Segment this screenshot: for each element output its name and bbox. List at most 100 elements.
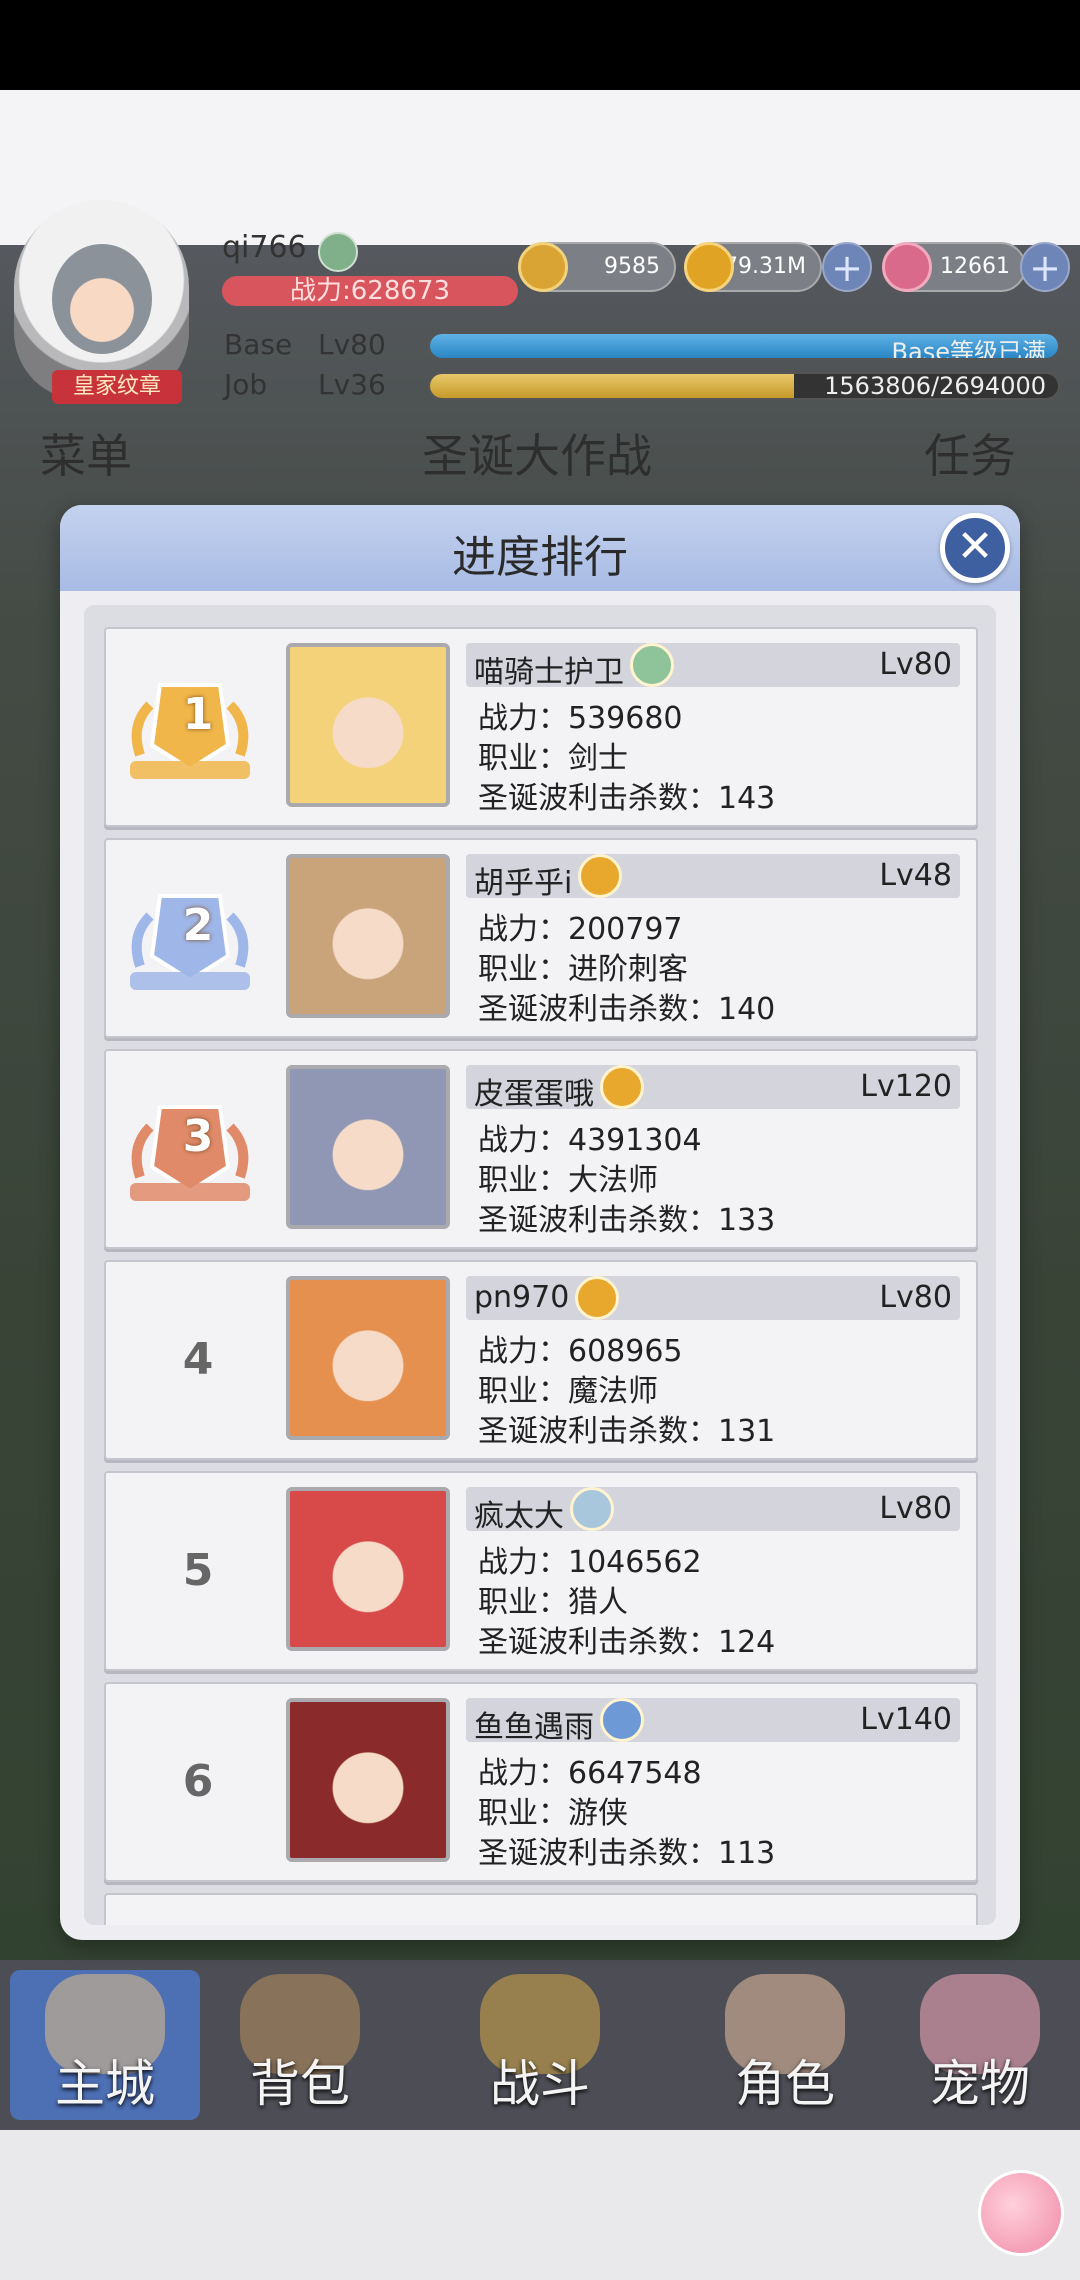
player-portrait[interactable] [286, 1065, 450, 1229]
gem-amount: 12661 [940, 254, 1010, 279]
player-name: pn970 [474, 1280, 570, 1315]
name-bar: 喵骑士护卫 Lv80 [466, 643, 960, 690]
player-level: Lv120 [860, 1069, 952, 1104]
base-level: Lv80 [318, 328, 386, 361]
ranking-row[interactable]: 1 喵骑士护卫 Lv80 战力：539680 职业：剑士圣诞波利击杀数：143 [104, 627, 978, 827]
job-exp-fill [430, 374, 795, 398]
zeny-coin-icon [518, 242, 568, 292]
add-gem-button[interactable]: + [1020, 242, 1070, 292]
player-level: Lv80 [879, 647, 952, 682]
player-portrait[interactable] [286, 643, 450, 807]
title-emblem-icon [600, 1065, 644, 1109]
name-bar: 胡乎乎i Lv48 [466, 854, 960, 901]
player-hud: 皇家纹章 qi766 战力:628673 9585 79.31M + 12661… [0, 200, 1080, 420]
player-kills: 圣诞波利击杀数：140 [478, 992, 776, 1027]
title-emblem-icon [630, 643, 674, 687]
quest-tab[interactable]: 任务 [924, 420, 1016, 486]
ranking-row-partial[interactable] [104, 1893, 978, 1925]
player-job: 职业：进阶刺客 [478, 952, 688, 987]
rank-number: 5 [182, 1545, 214, 1596]
player-name: 喵骑士护卫 [474, 655, 624, 690]
player-power: 战力：6647548 [478, 1756, 702, 1791]
player-name: 鱼鱼遇雨 [474, 1710, 594, 1745]
player-job: 职业：大法师 [478, 1163, 658, 1198]
ranking-row[interactable]: 2 胡乎乎i Lv48 战力：200797 职业：进阶刺客圣诞波利击杀数：140 [104, 838, 978, 1038]
base-exp-bar: Base等级已满 [428, 332, 1060, 360]
rank-number: 3 [182, 1111, 214, 1162]
player-job: 职业：猎人 [478, 1585, 628, 1620]
player-name: 胡乎乎i [474, 866, 573, 901]
name-bar: 皮蛋蛋哦 Lv120 [466, 1065, 960, 1112]
zeny-display: 9585 [518, 242, 676, 292]
player-level: Lv80 [879, 1491, 952, 1526]
rank-number: 1 [182, 689, 214, 740]
player-kills: 圣诞波利击杀数：143 [478, 781, 776, 816]
player-power: 战力：608965 [478, 1334, 683, 1369]
base-exp-text: Base等级已满 [891, 338, 1046, 360]
player-portrait[interactable] [286, 1487, 450, 1651]
player-job: 职业：魔法师 [478, 1374, 658, 1409]
nav-pet-label: 宠物 [930, 2055, 1030, 2113]
nav-main-city[interactable]: 主城 [10, 1970, 200, 2120]
close-button[interactable]: ✕ [940, 513, 1010, 583]
gold-display: 79.31M [684, 242, 822, 292]
player-kills: 圣诞波利击杀数：124 [478, 1625, 776, 1660]
player-power: 战力：539680 [478, 701, 683, 736]
ranking-row[interactable]: 3 皮蛋蛋哦 Lv120 战力：4391304 职业：大法师 圣诞波利击杀数：133 [104, 1049, 978, 1249]
gold-amount: 79.31M [724, 254, 806, 279]
player-portrait[interactable] [286, 1698, 450, 1862]
job-level: Lv36 [318, 368, 386, 401]
nav-pet[interactable]: 宠物 [885, 1970, 1075, 2120]
floating-pet-button[interactable] [978, 2170, 1064, 2256]
ranking-row[interactable]: 4 pn970 Lv80 战力：608965 职业：魔法师圣诞波利击杀数：131 [104, 1260, 978, 1460]
base-label: Base [224, 328, 293, 361]
player-level: Lv80 [879, 1280, 952, 1315]
avatar-face [52, 244, 152, 354]
player-power: 战力：200797 [478, 912, 683, 947]
ranking-list: 1 喵骑士护卫 Lv80 战力：539680 职业：剑士圣诞波利击杀数：143 2 胡乎乎i… [104, 627, 978, 1925]
royal-badge: 皇家纹章 [52, 370, 182, 404]
player-name: 疯太大 [474, 1499, 564, 1534]
player-kills: 圣诞波利击杀数：113 [478, 1836, 776, 1871]
dialog-header: 进度排行 ✕ [60, 505, 1020, 591]
nav-role-label: 角色 [735, 2055, 835, 2113]
nav-bag-label: 背包 [250, 2055, 350, 2113]
player-name: qi766 [222, 230, 307, 265]
name-bar: 鱼鱼遇雨 Lv140 [466, 1698, 960, 1745]
dialog-title: 进度排行 [452, 532, 628, 583]
player-kills: 圣诞波利击杀数：131 [478, 1414, 776, 1449]
rank-number: 4 [182, 1334, 214, 1385]
nav-role[interactable]: 角色 [690, 1970, 880, 2120]
rank-number: 2 [182, 900, 214, 951]
menu-tab[interactable]: 菜单 [40, 420, 132, 486]
status-bar [0, 0, 1080, 90]
job-exp-bar: 1563806/2694000 [428, 372, 1060, 400]
player-level: Lv140 [860, 1702, 952, 1737]
player-job: 职业：游侠 [478, 1796, 628, 1831]
ranking-row[interactable]: 6 鱼鱼遇雨 Lv140 战力：6647548 职业：游侠圣诞波利击杀数：113 [104, 1682, 978, 1882]
player-avatar[interactable]: 皇家纹章 [14, 200, 189, 404]
player-portrait[interactable] [286, 1276, 450, 1440]
player-level: Lv48 [879, 858, 952, 893]
player-name: 皮蛋蛋哦 [474, 1077, 594, 1112]
nav-battle[interactable]: 战斗 [400, 1970, 680, 2120]
ranking-list-frame[interactable]: 1 喵骑士护卫 Lv80 战力：539680 职业：剑士圣诞波利击杀数：143 2 胡乎乎i… [84, 605, 996, 1925]
gem-icon [882, 242, 932, 292]
nav-main-city-label: 主城 [55, 2055, 155, 2113]
title-emblem-icon [600, 1698, 644, 1742]
gem-display: 12661 [882, 242, 1026, 292]
title-emblem-icon [318, 232, 358, 272]
title-emblem-icon [575, 1276, 619, 1320]
title-emblem-icon [570, 1487, 614, 1531]
add-gold-button[interactable]: + [822, 242, 872, 292]
player-job: 职业：剑士 [478, 741, 628, 776]
job-label: Job [224, 368, 268, 401]
nav-bag[interactable]: 背包 [205, 1970, 395, 2120]
player-power: 战力：4391304 [478, 1123, 702, 1158]
title-emblem-icon [578, 854, 622, 898]
ranking-row[interactable]: 5 疯太大 Lv80 战力：1046562 职业：猎人 圣诞波利击杀数：124 [104, 1471, 978, 1671]
name-bar: 疯太大 Lv80 [466, 1487, 960, 1534]
player-portrait[interactable] [286, 854, 450, 1018]
rank-number: 6 [182, 1756, 214, 1807]
ranking-dialog: 进度排行 ✕ 1 喵骑士护卫 Lv80 战力：539680 职业：剑士圣诞波利击杀数：1… [60, 505, 1020, 1940]
